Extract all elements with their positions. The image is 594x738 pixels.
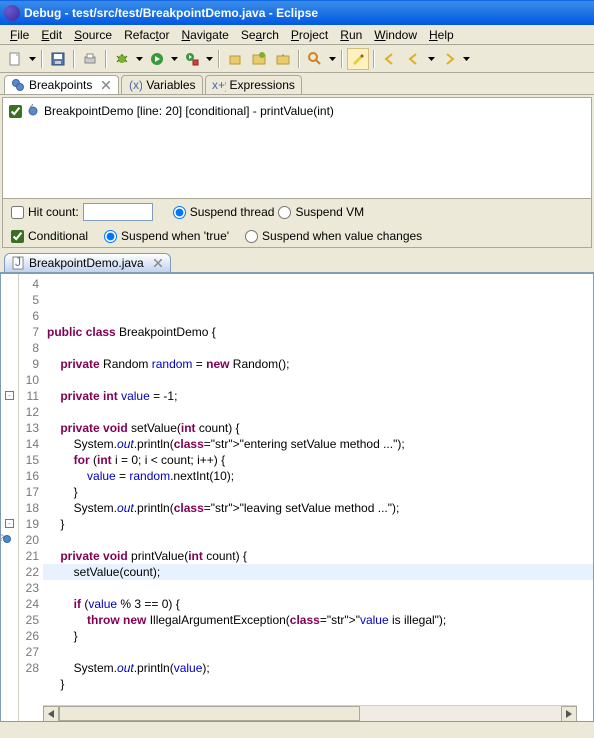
suspend-thread-label: Suspend thread	[190, 205, 275, 219]
back-button[interactable]	[403, 48, 425, 70]
when-true-label: Suspend when 'true'	[121, 229, 229, 243]
menu-file[interactable]: File	[4, 26, 35, 44]
tab-label: Expressions	[230, 78, 295, 92]
breakpoint-options: Hit count: Suspend thread Suspend VM Con…	[3, 198, 591, 247]
editor-tab[interactable]: J BreakpointDemo.java	[4, 253, 171, 272]
run-button[interactable]	[146, 48, 168, 70]
save-button[interactable]	[47, 48, 69, 70]
tab-breakpoints[interactable]: Breakpoints	[4, 75, 119, 94]
titlebar: Debug - test/src/test/BreakpointDemo.jav…	[0, 0, 594, 25]
svg-text:J: J	[15, 256, 21, 269]
breakpoints-list: ? BreakpointDemo [line: 20] [conditional…	[3, 98, 591, 198]
forward-dropdown[interactable]	[462, 48, 471, 70]
external-tools-button[interactable]	[181, 48, 203, 70]
external-tools-dropdown[interactable]	[205, 48, 214, 70]
print-button[interactable]	[79, 48, 101, 70]
horizontal-scrollbar[interactable]	[43, 705, 577, 721]
new-button[interactable]	[4, 48, 26, 70]
toggle-mark-button[interactable]	[347, 48, 369, 70]
svg-text:x+y: x+y	[212, 78, 226, 92]
conditional-checkbox[interactable]	[11, 230, 24, 243]
menu-search[interactable]: Search	[235, 26, 285, 44]
search-button[interactable]	[304, 48, 326, 70]
menu-edit[interactable]: Edit	[35, 26, 68, 44]
suspend-vm-label: Suspend VM	[295, 205, 364, 219]
menubar: File Edit Source Refactor Navigate Searc…	[0, 25, 594, 45]
breakpoint-checkbox[interactable]	[9, 105, 22, 118]
editor-gutter[interactable]: --	[1, 274, 19, 721]
menu-help[interactable]: Help	[423, 26, 460, 44]
eclipse-icon	[4, 5, 20, 21]
java-file-icon: J	[11, 256, 25, 270]
close-icon[interactable]	[100, 79, 112, 91]
when-true-radio[interactable]	[104, 230, 117, 243]
forward-button[interactable]	[438, 48, 460, 70]
menu-refactor[interactable]: Refactor	[118, 26, 175, 44]
code-content[interactable]: public class BreakpointDemo { private Ra…	[43, 274, 593, 721]
run-dropdown[interactable]	[170, 48, 179, 70]
menu-source[interactable]: Source	[68, 26, 118, 44]
menu-project[interactable]: Project	[285, 26, 334, 44]
window-title: Debug - test/src/test/BreakpointDemo.jav…	[24, 6, 318, 20]
last-edit-button[interactable]	[379, 48, 401, 70]
hit-count-checkbox[interactable]	[11, 206, 24, 219]
scroll-left-button[interactable]	[43, 706, 59, 721]
conditional-label: Conditional	[28, 229, 88, 243]
svg-text:?: ?	[27, 104, 34, 113]
breakpoints-icon	[11, 78, 25, 92]
editor-tabbar: J BreakpointDemo.java	[0, 252, 594, 274]
new-dropdown[interactable]	[28, 48, 37, 70]
view-tabbar: Breakpoints (x)= Variables x+y Expressio…	[0, 73, 594, 95]
breakpoints-view: ? BreakpointDemo [line: 20] [conditional…	[2, 97, 592, 248]
breakpoint-marker-icon[interactable]	[3, 535, 11, 543]
close-icon[interactable]	[152, 257, 164, 269]
breakpoint-label: BreakpointDemo [line: 20] [conditional] …	[44, 104, 334, 118]
debug-dropdown[interactable]	[135, 48, 144, 70]
svg-text:(x)=: (x)=	[129, 78, 142, 92]
menu-navigate[interactable]: Navigate	[175, 26, 234, 44]
scroll-right-button[interactable]	[561, 706, 577, 721]
hit-count-label: Hit count:	[28, 205, 79, 219]
variables-icon: (x)=	[128, 78, 142, 92]
hit-count-input[interactable]	[83, 203, 153, 221]
editor-area[interactable]: -- 4567891011121314151617181920212223242…	[0, 274, 594, 722]
fold-toggle-icon[interactable]: -	[5, 519, 14, 528]
breakpoint-entry[interactable]: ? BreakpointDemo [line: 20] [conditional…	[9, 104, 585, 118]
expressions-icon: x+y	[212, 78, 226, 92]
when-changes-radio[interactable]	[245, 230, 258, 243]
menu-run[interactable]: Run	[334, 26, 368, 44]
when-changes-label: Suspend when value changes	[262, 229, 422, 243]
menu-window[interactable]: Window	[368, 26, 423, 44]
scroll-track[interactable]	[59, 706, 561, 721]
debug-button[interactable]	[111, 48, 133, 70]
toolbar	[0, 45, 594, 73]
new-package-button[interactable]	[224, 48, 246, 70]
breakpoint-conditional-icon: ?	[26, 104, 40, 118]
new-class-button[interactable]	[248, 48, 270, 70]
open-type-button[interactable]	[272, 48, 294, 70]
tab-label: Breakpoints	[29, 78, 92, 92]
suspend-thread-radio[interactable]	[173, 206, 186, 219]
fold-toggle-icon[interactable]: -	[5, 391, 14, 400]
editor-tab-label: BreakpointDemo.java	[29, 256, 144, 270]
back-dropdown[interactable]	[427, 48, 436, 70]
suspend-vm-radio[interactable]	[278, 206, 291, 219]
tab-expressions[interactable]: x+y Expressions	[205, 75, 302, 94]
search-dropdown[interactable]	[328, 48, 337, 70]
tab-variables[interactable]: (x)= Variables	[121, 75, 202, 94]
tab-label: Variables	[146, 78, 195, 92]
scroll-thumb[interactable]	[59, 706, 360, 721]
line-numbers: 4567891011121314151617181920212223242526…	[19, 274, 43, 721]
